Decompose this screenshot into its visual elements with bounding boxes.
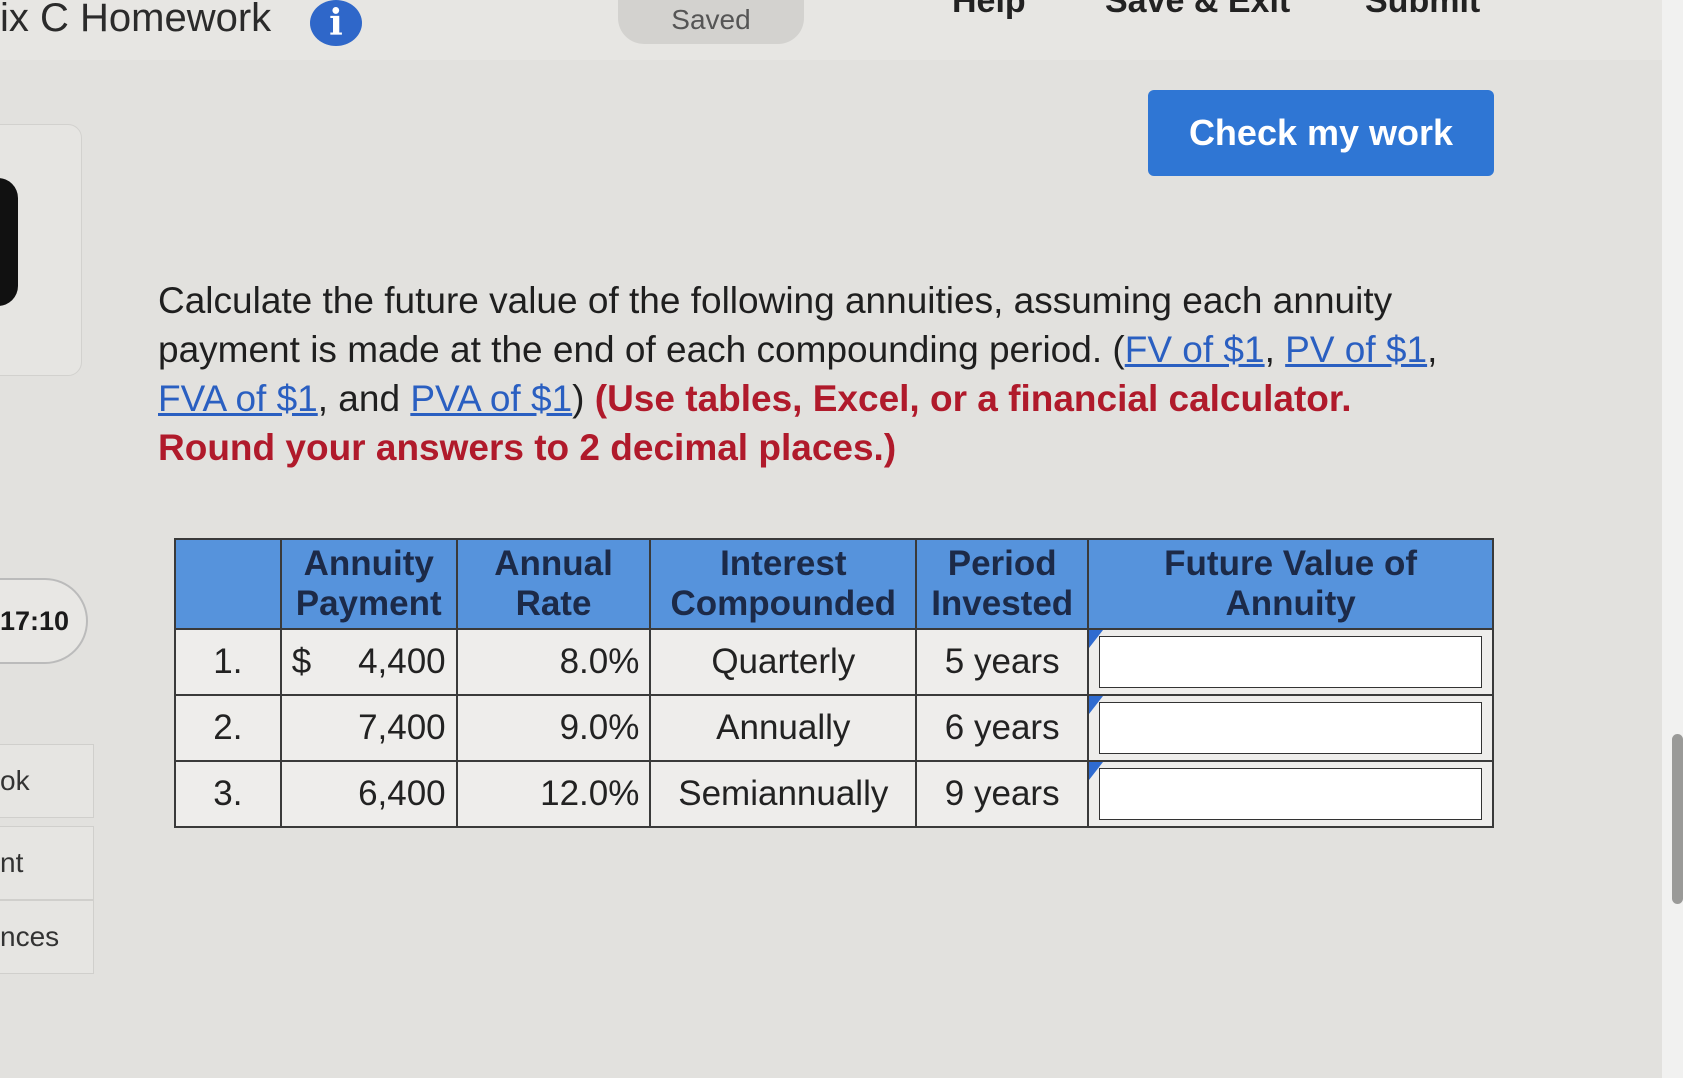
period-cell: 9 years — [915, 760, 1090, 828]
table-row: 2. 7,400 9.0% Annually 6 years — [174, 694, 1494, 762]
header-annual-rate: Annual Rate — [455, 538, 652, 630]
save-exit-link[interactable]: Save & Exit — [1105, 0, 1290, 21]
sidebar-item-label: ok — [0, 765, 30, 796]
sidebar-item-ebook[interactable]: ok — [0, 744, 94, 818]
sidebar-item-references[interactable]: nces — [0, 900, 94, 974]
header-index — [174, 538, 282, 630]
saved-label: Saved — [671, 4, 751, 35]
table-header-row: Annuity Payment Annual Rate Interest Com… — [174, 538, 1494, 630]
compounded-cell: Semiannually — [649, 760, 918, 828]
future-value-cell — [1087, 760, 1494, 828]
row-number: 2. — [174, 694, 282, 762]
compounded-cell: Quarterly — [649, 628, 918, 696]
top-bar: ix C Homework i Saved Help Save & Exit S… — [0, 0, 1683, 60]
future-value-input-2[interactable] — [1099, 702, 1482, 754]
saved-status: Saved — [618, 0, 804, 44]
compounded-cell: Annually — [649, 694, 918, 762]
annuity-table: Annuity Payment Annual Rate Interest Com… — [174, 538, 1494, 828]
answer-marker-icon — [1089, 762, 1104, 780]
payment-value: 4,400 — [358, 642, 446, 681]
link-pv-of-1[interactable]: PV of $1 — [1285, 329, 1427, 370]
header-annuity-payment: Annuity Payment — [279, 538, 458, 630]
payment-value: 7,400 — [358, 708, 446, 747]
header-future-value: Future Value of Annuity — [1087, 538, 1494, 630]
answer-marker-icon — [1089, 696, 1104, 714]
row-number: 3. — [174, 760, 282, 828]
side-indicator — [0, 178, 18, 306]
header-interest-compounded: Interest Compounded — [649, 538, 918, 630]
table-row: 1. $4,400 8.0% Quarterly 5 years — [174, 628, 1494, 696]
annuity-payment-cell: 7,400 — [279, 694, 458, 762]
question-text: Calculate the future value of the follow… — [158, 280, 1438, 468]
link-fv-of-1[interactable]: FV of $1 — [1125, 329, 1265, 370]
period-cell: 6 years — [915, 694, 1090, 762]
annual-rate-cell: 8.0% — [455, 628, 652, 696]
annuity-payment-cell: $4,400 — [279, 628, 458, 696]
assignment-title: ix C Homework — [0, 0, 272, 40]
header-period-invested: Period Invested — [915, 538, 1090, 630]
currency-symbol: $ — [291, 642, 312, 681]
future-value-input-3[interactable] — [1099, 768, 1482, 820]
row-number: 1. — [174, 628, 282, 696]
info-icon[interactable]: i — [310, 0, 362, 46]
future-value-cell — [1087, 628, 1494, 696]
question-instruction: (Use tables, Excel, or a financial calcu… — [158, 378, 1352, 468]
sidebar-item-label: nt — [0, 847, 24, 878]
payment-value: 6,400 — [358, 774, 446, 813]
annual-rate-cell: 9.0% — [455, 694, 652, 762]
annuity-payment-cell: 6,400 — [279, 760, 458, 828]
check-my-work-button[interactable]: Check my work — [1148, 90, 1494, 176]
future-value-input-1[interactable] — [1099, 636, 1482, 688]
scrollbar-track[interactable] — [1662, 0, 1683, 1078]
annual-rate-cell: 12.0% — [455, 760, 652, 828]
answer-marker-icon — [1089, 630, 1104, 648]
timer-value: 17:10 — [0, 605, 70, 636]
scrollbar-thumb[interactable] — [1672, 734, 1683, 904]
future-value-cell — [1087, 694, 1494, 762]
link-pva-of-1[interactable]: PVA of $1 — [410, 378, 572, 419]
sidebar-item-label: nces — [0, 921, 60, 952]
period-cell: 5 years — [915, 628, 1090, 696]
help-link[interactable]: Help — [952, 0, 1026, 21]
timer: 17:10 — [0, 578, 88, 664]
link-fva-of-1[interactable]: FVA of $1 — [158, 378, 318, 419]
sidebar-item-print[interactable]: nt — [0, 826, 94, 900]
submit-link[interactable]: Submit — [1365, 0, 1480, 21]
table-row: 3. 6,400 12.0% Semiannually 9 years — [174, 760, 1494, 828]
